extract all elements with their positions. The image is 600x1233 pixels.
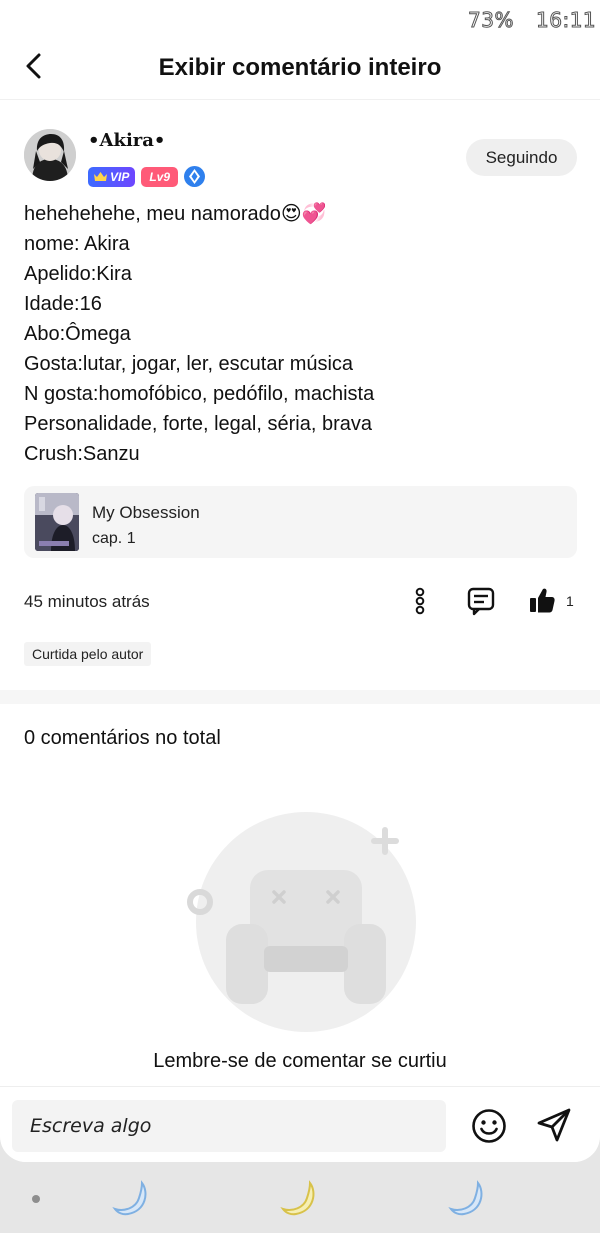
send-icon[interactable] bbox=[535, 1106, 573, 1144]
total-comments: 0 comentários no total bbox=[24, 727, 221, 749]
diamond-badge-icon bbox=[184, 166, 206, 187]
comment-line: Crush:Sanzu bbox=[24, 443, 140, 465]
battery-level: 73% bbox=[468, 8, 514, 33]
comment-line: hehehehehe, meu namorado😍💞 bbox=[24, 203, 327, 225]
like-count: 1 bbox=[566, 593, 574, 609]
comment-input[interactable] bbox=[12, 1100, 446, 1152]
vip-badge-label: VIP bbox=[110, 169, 130, 184]
nav-home-moon-icon[interactable] bbox=[280, 1180, 320, 1220]
comment-line: Gosta:lutar, jogar, ler, escutar música bbox=[24, 353, 354, 375]
author-badges: VIP Lv9 bbox=[88, 166, 206, 187]
comment-line: Abo:Ômega bbox=[24, 323, 131, 345]
comment-line: N gosta:homofóbico, pedófilo, machista bbox=[24, 383, 375, 405]
comment-timestamp: 45 minutos atrás bbox=[24, 592, 150, 611]
emoji-icon[interactable] bbox=[470, 1107, 508, 1145]
avatar-image bbox=[24, 129, 76, 181]
page-title: Exibir comentário inteiro bbox=[158, 54, 442, 81]
comment-line: nome: Akira bbox=[24, 233, 130, 255]
book-title: My Obsession bbox=[92, 503, 200, 522]
vip-badge: VIP bbox=[88, 166, 136, 187]
author-name[interactable]: •Akira• bbox=[88, 130, 165, 151]
clock: 16:11 bbox=[535, 8, 597, 33]
nav-dot-icon[interactable] bbox=[32, 1195, 40, 1203]
system-nav-bar bbox=[0, 1162, 600, 1233]
more-options-icon[interactable] bbox=[408, 586, 432, 616]
level-badge: Lv9 bbox=[141, 166, 179, 187]
comment-body: hehehehehe, meu namorado😍💞 nome: Akira A… bbox=[24, 199, 576, 469]
comment-input-bar bbox=[0, 1086, 600, 1162]
empty-state-message: Lembre-se de comentar se curtiu bbox=[153, 1050, 447, 1072]
comment-line: Idade:16 bbox=[24, 293, 102, 315]
crown-icon bbox=[94, 171, 107, 181]
thumbs-up-icon[interactable] bbox=[528, 586, 556, 614]
reply-icon[interactable] bbox=[466, 586, 496, 616]
section-divider bbox=[0, 690, 600, 704]
book-chapter: cap. 1 bbox=[92, 530, 136, 547]
empty-armchair-illustration bbox=[180, 812, 420, 1037]
book-card[interactable]: My Obsession cap. 1 bbox=[24, 486, 577, 558]
following-button[interactable]: Seguindo bbox=[466, 139, 577, 176]
nav-recents-moon-icon[interactable] bbox=[112, 1180, 152, 1220]
liked-by-author-tag: Curtida pelo autor bbox=[24, 642, 152, 666]
comment-line: Personalidade, forte, legal, séria, brav… bbox=[24, 413, 372, 435]
nav-back-moon-icon[interactable] bbox=[448, 1180, 488, 1220]
comment-line: Apelido:Kira bbox=[24, 263, 132, 285]
status-bar: 73% 16:11 bbox=[0, 0, 600, 38]
comment-detail-screen: 73% 16:11 Exibir comentário inteiro •Aki… bbox=[0, 0, 600, 1162]
book-cover bbox=[35, 493, 79, 551]
header: Exibir comentário inteiro bbox=[0, 38, 600, 100]
avatar[interactable] bbox=[24, 129, 76, 181]
